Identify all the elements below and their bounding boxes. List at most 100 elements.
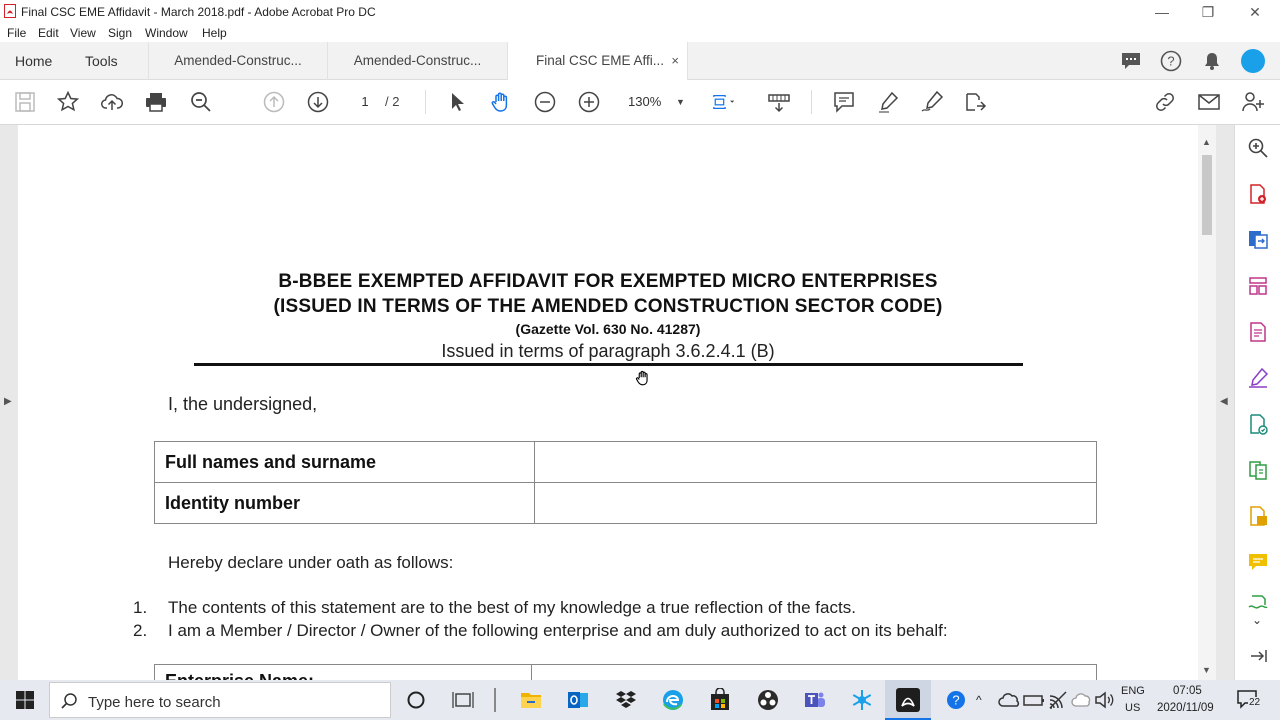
menu-view[interactable]: View: [70, 26, 96, 40]
acrobat-taskbar-item[interactable]: [885, 680, 931, 720]
cloud-sync-icon[interactable]: [1070, 688, 1091, 712]
table-row: Identity number: [154, 482, 1097, 524]
fill-sign-icon[interactable]: [1247, 367, 1269, 389]
onedrive-icon[interactable]: [998, 688, 1020, 712]
document-viewport[interactable]: ▶ B-BBEE EXEMPTED AFFIDAVIT FOR EXEMPTED…: [0, 125, 1234, 680]
declare-text: Hereby declare under oath as follows:: [168, 553, 454, 572]
close-window-button[interactable]: ✕: [1240, 2, 1270, 22]
snowflake-app-icon[interactable]: [850, 688, 874, 712]
bell-icon[interactable]: [1202, 51, 1222, 71]
help-tray-icon[interactable]: ?: [944, 688, 966, 712]
upload-cloud-icon[interactable]: [100, 90, 124, 114]
notifications-icon[interactable]: 22: [1236, 688, 1262, 712]
title-underline: [194, 363, 1023, 366]
file-explorer-icon[interactable]: [519, 688, 543, 712]
avatar[interactable]: [1241, 49, 1265, 73]
send-for-review-icon[interactable]: [1247, 413, 1269, 435]
teams-icon[interactable]: [803, 688, 827, 712]
enterprise-name-field[interactable]: [531, 664, 1097, 680]
fit-page-icon[interactable]: [711, 90, 745, 114]
tab-tools[interactable]: Tools: [85, 42, 118, 80]
battery-icon[interactable]: [1022, 688, 1044, 712]
select-cursor-icon[interactable]: [445, 90, 469, 114]
create-pdf-icon[interactable]: [1247, 183, 1269, 205]
full-name-field[interactable]: [534, 441, 1097, 483]
scan-ocr-icon[interactable]: [1247, 593, 1269, 611]
scrollbar-thumb[interactable]: [1202, 155, 1212, 235]
edit-share-icon[interactable]: [963, 90, 987, 114]
combine-files-icon[interactable]: [1247, 505, 1269, 527]
compare-files-icon[interactable]: [1247, 459, 1269, 481]
collapse-right-panel-icon[interactable]: ◀: [1220, 396, 1228, 407]
task-view-icon[interactable]: [451, 688, 475, 712]
tray-expand-icon[interactable]: ^: [976, 693, 982, 707]
help-icon[interactable]: ?: [1160, 50, 1182, 72]
expand-left-panel-icon[interactable]: ▶: [4, 396, 12, 407]
tab-home[interactable]: Home: [15, 42, 52, 80]
taskbar-search-box[interactable]: Type here to search: [49, 682, 391, 718]
windows-start-icon[interactable]: [13, 688, 37, 712]
zoom-search-icon[interactable]: [1247, 137, 1269, 159]
pdf-page: B-BBEE EXEMPTED AFFIDAVIT FOR EXEMPTED M…: [18, 125, 1198, 680]
zoom-in-icon[interactable]: [577, 90, 601, 114]
wifi-icon[interactable]: [1046, 688, 1067, 712]
cortana-icon[interactable]: [404, 688, 428, 712]
edit-pdf-icon[interactable]: [1247, 321, 1269, 343]
highlight-pen-icon[interactable]: [876, 90, 900, 114]
menu-file[interactable]: File: [7, 26, 26, 40]
zoom-select[interactable]: 130% ▼: [620, 90, 692, 114]
language-indicator[interactable]: ENG: [1121, 685, 1145, 697]
collapse-panel-icon[interactable]: [1247, 645, 1269, 665]
vertical-scrollbar[interactable]: ▲ ▼: [1198, 125, 1216, 680]
draw-sign-icon[interactable]: [920, 90, 944, 114]
menu-edit[interactable]: Edit: [38, 26, 59, 40]
tab-document-3[interactable]: Final CSC EME Affi... ×: [508, 42, 688, 80]
intro-text: I, the undersigned,: [168, 394, 318, 414]
menu-help[interactable]: Help: [202, 26, 227, 40]
page-number-input[interactable]: 1: [350, 91, 380, 113]
add-user-icon[interactable]: [1241, 90, 1265, 114]
comment-icon[interactable]: [832, 90, 856, 114]
menu-window[interactable]: Window: [145, 26, 188, 40]
next-page-icon[interactable]: [306, 90, 330, 114]
svg-text:?: ?: [952, 693, 959, 708]
window-title: Final CSC EME Affidavit - March 2018.pdf…: [21, 5, 376, 19]
save-icon[interactable]: [13, 90, 37, 114]
notification-count: 22: [1248, 697, 1262, 708]
document-title-line-2: (ISSUED IN TERMS OF THE AMENDED CONSTRUC…: [273, 296, 943, 317]
scroll-up-icon[interactable]: ▲: [1202, 137, 1211, 147]
tab-document-2[interactable]: Amended-Construc...: [328, 42, 508, 80]
outlook-icon[interactable]: [566, 688, 590, 712]
dropbox-icon[interactable]: [614, 688, 638, 712]
page-total: / 2: [385, 94, 400, 109]
tab-bar: Home Tools Amended-Construc... Amended-C…: [0, 42, 1280, 80]
email-icon[interactable]: [1197, 90, 1221, 114]
obs-icon[interactable]: [756, 688, 780, 712]
comments-icon[interactable]: [1120, 51, 1142, 71]
tab-close-icon[interactable]: ×: [671, 42, 679, 80]
export-pdf-icon[interactable]: [1247, 228, 1269, 250]
print-icon[interactable]: [144, 90, 168, 114]
clock-time[interactable]: 07:05: [1173, 685, 1202, 697]
link-icon[interactable]: [1153, 90, 1177, 114]
comment-tool-icon[interactable]: [1247, 551, 1269, 573]
bookmark-star-icon[interactable]: [56, 90, 80, 114]
find-zoom-icon[interactable]: [189, 90, 213, 114]
identity-number-field[interactable]: [534, 482, 1097, 524]
more-tools-chevron-icon[interactable]: ⌄: [1252, 613, 1262, 627]
edge-browser-icon[interactable]: [661, 688, 685, 712]
scroll-down-icon[interactable]: ▼: [1202, 665, 1211, 675]
scroll-mode-icon[interactable]: [767, 90, 791, 114]
previous-page-icon[interactable]: [262, 90, 286, 114]
zoom-out-icon[interactable]: [533, 90, 557, 114]
restore-button[interactable]: ❐: [1193, 2, 1223, 22]
table-row: Full names and surname: [154, 441, 1097, 483]
field-label: Full names and surname: [154, 441, 535, 483]
tab-document-1[interactable]: Amended-Construc...: [148, 42, 328, 80]
menu-sign[interactable]: Sign: [108, 26, 132, 40]
volume-icon[interactable]: [1093, 688, 1114, 712]
hand-tool-icon[interactable]: [489, 90, 513, 114]
organize-pages-icon[interactable]: [1247, 275, 1269, 297]
store-icon[interactable]: [708, 687, 732, 712]
minimize-button[interactable]: —: [1147, 2, 1177, 22]
